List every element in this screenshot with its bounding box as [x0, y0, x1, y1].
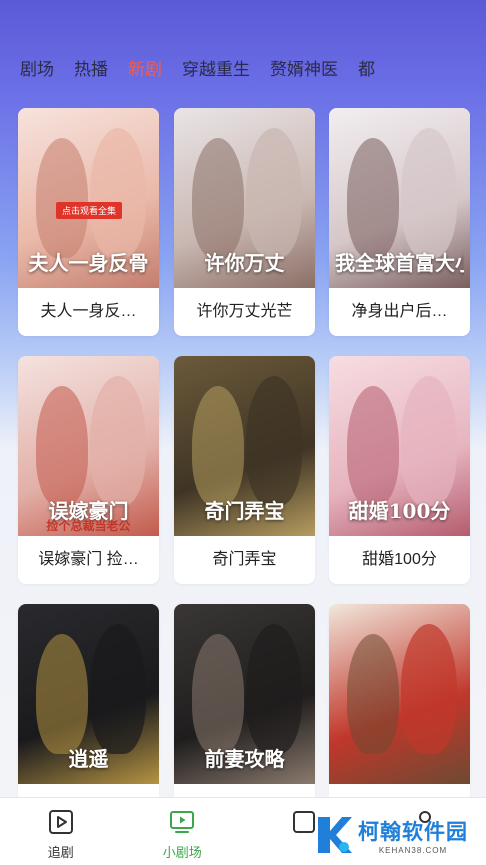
poster-figure [347, 634, 399, 754]
drama-card[interactable]: 奇门弄宝 奇门弄宝 [174, 356, 315, 584]
poster-figure [192, 138, 244, 258]
poster-title: 甜婚100分 [348, 499, 451, 523]
drama-card[interactable]: 许你万丈许你万丈光芒 [174, 108, 315, 336]
poster-figure [401, 128, 457, 258]
tab-urban[interactable]: 都 [358, 55, 375, 80]
drama-poster: 误嫁豪门 捡个总裁当老公 [18, 356, 159, 536]
drama-poster: 甜婚100分 [329, 356, 470, 536]
poster-figure [246, 376, 302, 506]
poster-figure [36, 138, 88, 258]
tab-time-travel[interactable]: 穿越重生 [182, 55, 250, 80]
drama-poster: 夫人一身反骨 点击观看全集 [18, 108, 159, 288]
poster-title: 奇门弄宝 [204, 499, 285, 523]
poster-figure [36, 634, 88, 754]
drama-poster [329, 604, 470, 784]
drama-poster: 奇门弄宝 [174, 356, 315, 536]
drama-title: 奇门弄宝 [212, 551, 277, 568]
poster-title: 逍遥 [68, 747, 109, 771]
status-area [0, 0, 486, 40]
poster-figure [192, 386, 244, 506]
watermark-text: 柯翰软件园 [358, 820, 468, 844]
watermark-domain: KEHAN38.COM [378, 845, 448, 855]
tv-play-icon [170, 811, 195, 833]
drama-title: 许你万丈光芒 [196, 303, 293, 320]
nav-follow-label: 追剧 [47, 845, 74, 860]
poster-figure [192, 634, 244, 754]
drama-title: 夫人一身反… [40, 303, 137, 320]
poster-title: 夫人一身反骨 [28, 251, 149, 275]
poster-badge: 点击观看全集 [56, 202, 123, 219]
drama-card[interactable]: 夫人一身反骨 点击观看全集 夫人一身反… [18, 108, 159, 336]
drama-card[interactable]: 甜婚100分 甜婚100分 [329, 356, 470, 584]
drama-poster: 许你万丈 [174, 108, 315, 288]
poster-subtitle: 捡个总裁当老公 [46, 519, 131, 533]
poster-figure [347, 386, 399, 506]
poster-title: 前妻攻略 [204, 747, 285, 771]
watermark: 柯翰软件园 KEHAN38.COM [314, 813, 468, 857]
drama-poster: 我全球首富大小姐 [329, 108, 470, 288]
poster-figure [36, 386, 88, 506]
nav-follow[interactable]: 追剧 [0, 798, 122, 865]
category-tab-bar: 剧场 热播 新剧 穿越重生 赘婿神医 都 [0, 52, 486, 82]
tab-theater[interactable]: 剧场 [20, 55, 54, 80]
nav-mini-theater[interactable]: 小剧场 [122, 798, 244, 865]
tab-hot[interactable]: 热播 [74, 55, 108, 80]
poster-figure [90, 624, 146, 754]
poster-figure [347, 138, 399, 258]
drama-card[interactable]: 我全球首富大小姐净身出户后… [329, 108, 470, 336]
tab-new[interactable]: 新剧 [128, 55, 162, 80]
poster-figure [246, 128, 302, 258]
drama-title: 甜婚100分 [362, 551, 437, 568]
poster-title: 我全球首富大小姐 [335, 251, 464, 275]
poster-figure [246, 624, 302, 754]
drama-title: 净身出户后… [351, 303, 448, 320]
poster-figure [90, 128, 146, 258]
tab-son-in-law[interactable]: 赘婿神医 [270, 55, 338, 80]
poster-figure [401, 376, 457, 506]
play-square-icon [48, 810, 73, 834]
drama-card[interactable]: 误嫁豪门 捡个总裁当老公误嫁豪门 捡… [18, 356, 159, 584]
drama-poster: 逍遥 [18, 604, 159, 784]
poster-figure [401, 624, 457, 754]
drama-title: 误嫁豪门 捡… [38, 551, 139, 568]
k-logo-icon [318, 817, 352, 853]
nav-mini-theater-label: 小剧场 [162, 845, 202, 860]
drama-poster: 前妻攻略 [174, 604, 315, 784]
poster-title: 许你万丈 [204, 251, 285, 275]
poster-figure [90, 376, 146, 506]
